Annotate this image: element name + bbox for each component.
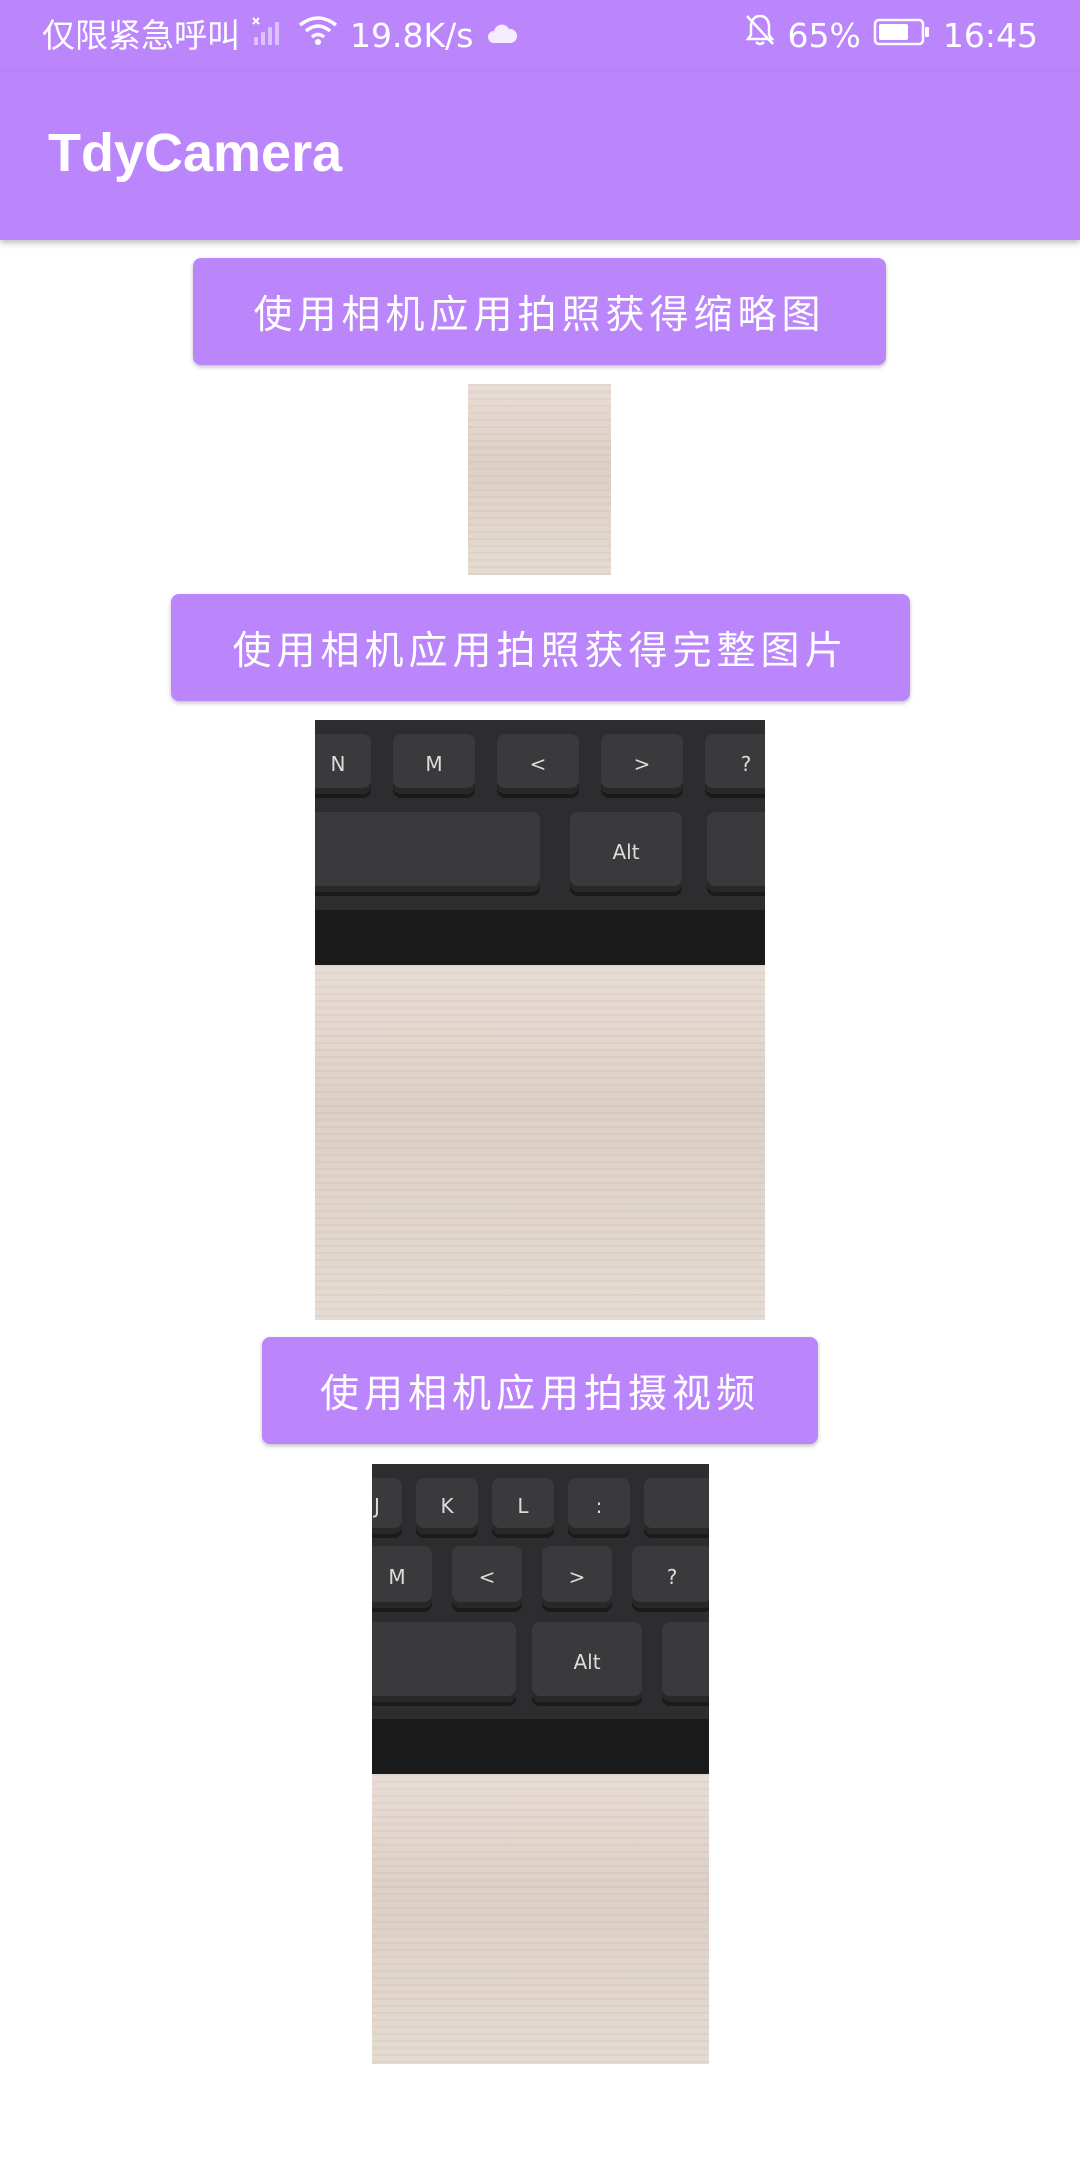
status-left: 仅限紧急呼叫 19.8K/s <box>42 0 531 72</box>
key-m: M <box>372 1546 432 1608</box>
signal-off-icon <box>252 0 286 72</box>
clock: 16:45 <box>942 16 1038 55</box>
key-alt: Alt <box>532 1622 642 1702</box>
key-lt: < <box>452 1546 522 1608</box>
key-lt: < <box>497 734 579 794</box>
record-video-button[interactable]: 使用相机应用拍摄视频 <box>262 1337 818 1444</box>
take-full-image-button[interactable]: 使用相机应用拍照获得完整图片 <box>171 594 910 701</box>
key-gt: > <box>542 1546 612 1608</box>
wifi-icon <box>298 0 338 72</box>
keyboard-region: N M < > ? Alt <box>315 720 765 965</box>
status-right: 65% 16:45 <box>744 0 1038 72</box>
key-edge <box>644 1478 709 1534</box>
app-title: TdyCamera <box>48 123 343 183</box>
cloud-icon <box>485 0 519 72</box>
carrier-text: 仅限紧急呼叫 <box>42 16 240 55</box>
key-edge <box>662 1622 709 1702</box>
keyboard-frame <box>372 1719 709 1774</box>
space-key <box>372 1622 516 1702</box>
key-gt: > <box>601 734 683 794</box>
net-speed: 19.8K/s <box>350 16 474 55</box>
battery-icon <box>873 0 931 72</box>
key-m: M <box>393 734 475 794</box>
space-key <box>315 812 540 892</box>
full-image: N M < > ? Alt <box>315 720 765 1320</box>
key-alt: Alt <box>570 812 682 892</box>
thumbnail-image <box>468 384 611 575</box>
take-thumbnail-button[interactable]: 使用相机应用拍照获得缩略图 <box>193 258 886 365</box>
desk-surface <box>315 965 765 1320</box>
video-view[interactable]: J K L : M < > ? Alt <box>372 1464 709 2064</box>
battery-percent: 65% <box>787 16 861 55</box>
key-colon: : <box>568 1478 630 1534</box>
keyboard-frame <box>315 910 765 965</box>
app-bar: TdyCamera <box>0 72 1080 240</box>
key-edge <box>707 812 765 892</box>
key-n: N <box>315 734 371 794</box>
key-j: J <box>372 1478 402 1534</box>
bell-muted-icon <box>744 0 776 72</box>
key-k: K <box>416 1478 478 1534</box>
keyboard-region: J K L : M < > ? Alt <box>372 1464 709 1774</box>
key-question: ? <box>632 1546 709 1608</box>
key-l: L <box>492 1478 554 1534</box>
desk-surface <box>372 1774 709 2064</box>
key-question: ? <box>705 734 765 794</box>
status-bar: 仅限紧急呼叫 19.8K/s 65% 16:45 <box>0 0 1080 72</box>
